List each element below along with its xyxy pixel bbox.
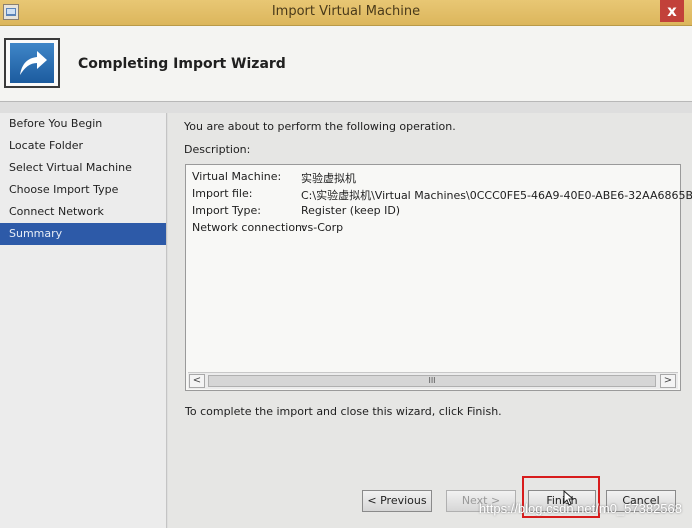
scroll-left-button[interactable]: < [189,374,205,388]
sidebar-item-connect-network[interactable]: Connect Network [0,201,166,223]
detail-key: Import file: [192,187,253,200]
horizontal-scrollbar[interactable]: < III > [188,372,678,389]
scroll-right-button[interactable]: > [660,374,676,388]
detail-value: Register (keep ID) [301,204,401,217]
import-vm-window: Import Virtual Machine x Completing Impo… [0,0,692,528]
close-button[interactable]: x [660,0,684,22]
detail-key: Virtual Machine: [192,170,282,183]
summary-panel: You are about to perform the following o… [168,113,692,528]
wizard-steps-sidebar: Before You Begin Locate Folder Select Vi… [0,113,167,528]
detail-value: 实验虚拟机 [301,172,356,185]
window-title: Import Virtual Machine [271,4,421,19]
sidebar-item-locate-folder[interactable]: Locate Folder [0,135,166,157]
sidebar-item-summary[interactable]: Summary [0,223,166,245]
page-title: Completing Import Wizard [78,56,286,72]
wizard-icon [4,38,60,88]
description-label: Description: [184,143,251,156]
description-box[interactable]: Virtual Machine: 实验虚拟机 Import file: C:\实… [185,164,692,391]
title-bar[interactable]: Import Virtual Machine x [0,0,692,26]
arrow-icon [10,43,54,83]
detail-value: C:\实验虚拟机\Virtual Machines\0CCC0FE5-46A9-… [301,189,692,202]
sidebar-item-before-you-begin[interactable]: Before You Begin [0,113,166,135]
detail-key: Import Type: [192,204,261,217]
detail-value: vs-Corp [301,221,344,234]
scrollbar-thumb[interactable]: III [208,375,656,387]
sidebar-item-choose-import-type[interactable]: Choose Import Type [0,179,166,201]
finish-instruction: To complete the import and close this wi… [185,405,502,418]
wizard-header: Completing Import Wizard [0,26,692,102]
watermark: https://blog.csdn.net/m0_57382568 [478,501,682,516]
intro-text: You are about to perform the following o… [184,120,456,133]
sidebar-item-select-virtual-machine[interactable]: Select Virtual Machine [0,157,166,179]
previous-button[interactable]: < Previous [362,490,432,512]
detail-key: Network connection: [192,221,306,234]
